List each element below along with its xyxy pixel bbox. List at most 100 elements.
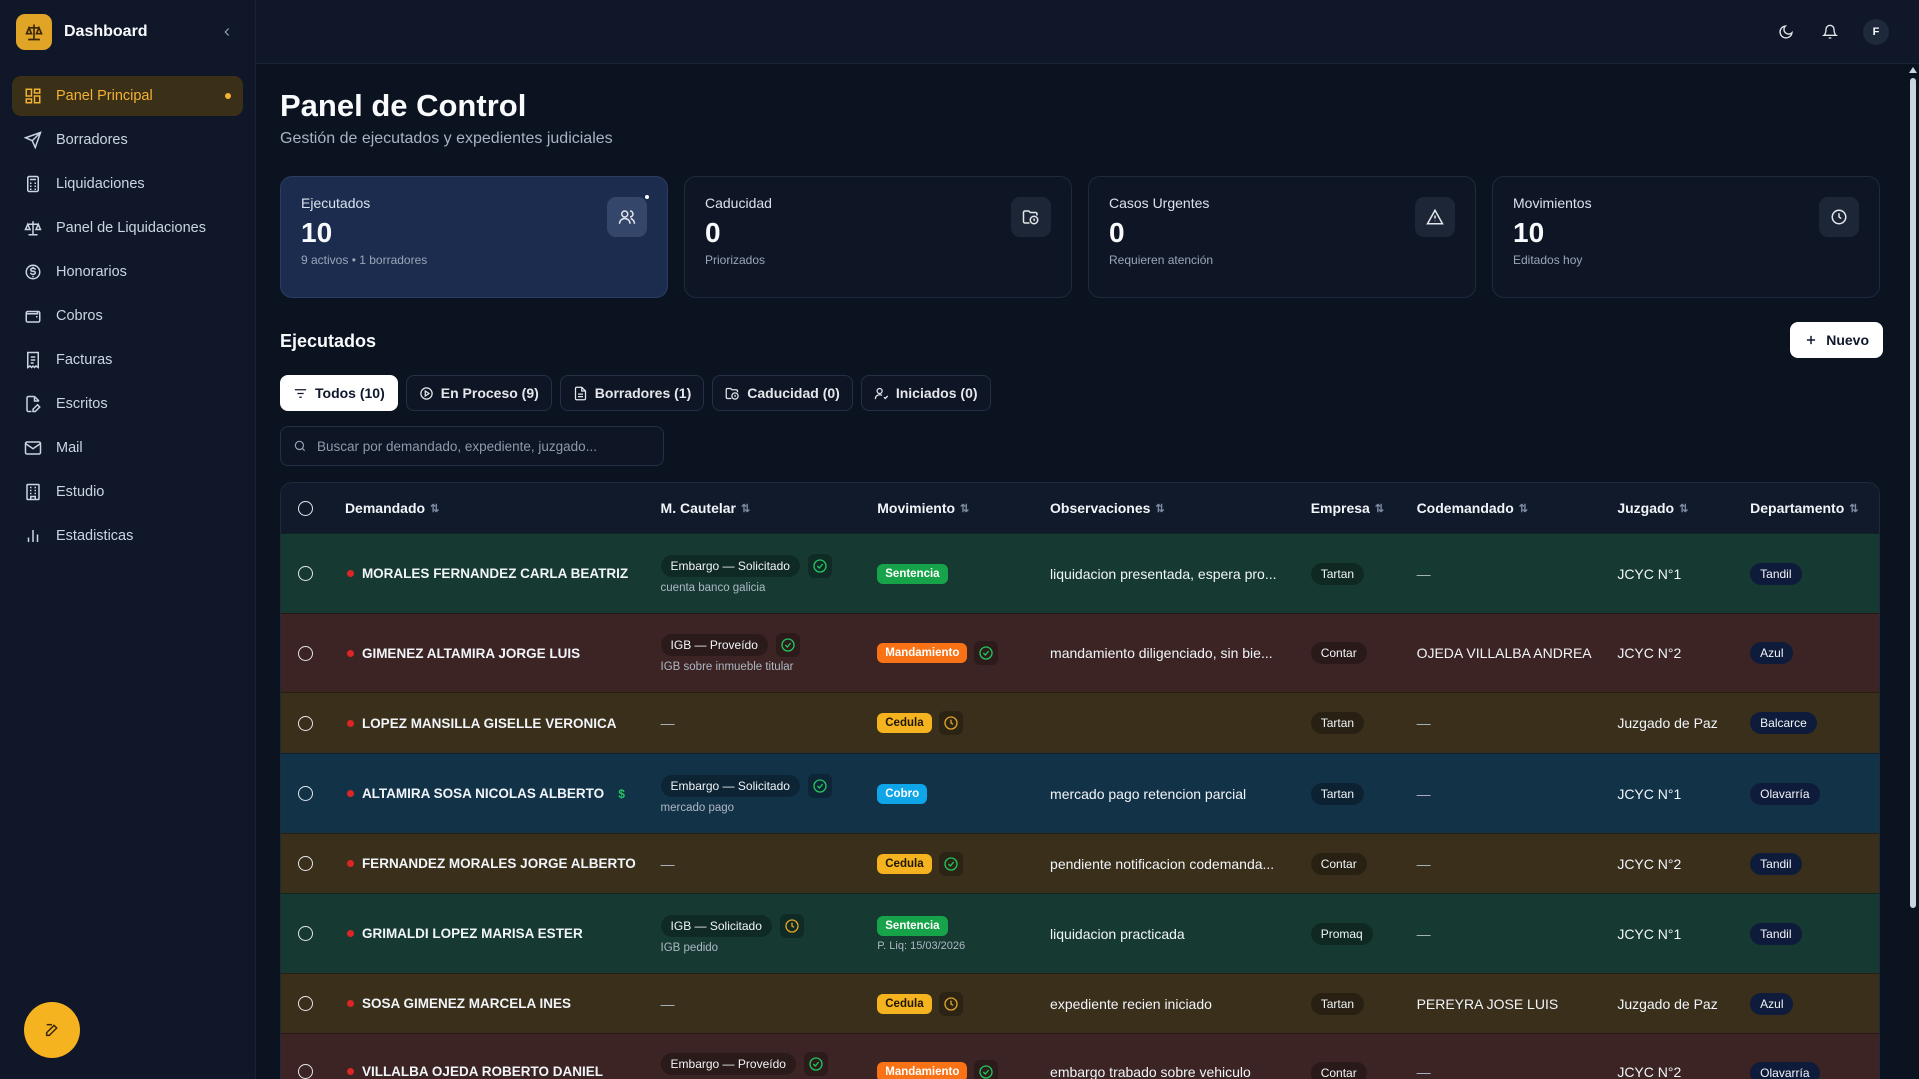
table-row[interactable]: SOSA GIMENEZ MARCELA INES — Cedula exped… xyxy=(281,973,1879,1033)
page-scrollbar[interactable] xyxy=(1907,64,1919,1079)
codemandado-cell: — xyxy=(1416,565,1431,582)
bell-icon[interactable] xyxy=(1819,21,1841,43)
row-checkbox[interactable] xyxy=(298,996,313,1011)
row-checkbox[interactable] xyxy=(298,926,313,941)
table-row[interactable]: LOPEZ MANSILLA GISELLE VERONICA — Cedula… xyxy=(281,692,1879,753)
sidebar-item-facturas[interactable]: Facturas xyxy=(12,340,243,380)
sidebar-item-borradores[interactable]: Borradores xyxy=(12,120,243,160)
scroll-up-arrow-icon[interactable] xyxy=(1909,67,1917,73)
ejecutados-table: Demandado ⇅ M. Cautelar ⇅ Movimiento ⇅ Obse… xyxy=(280,482,1880,1079)
users-icon xyxy=(607,197,647,237)
filter-label: Caducidad (0) xyxy=(747,385,840,401)
check-circle-icon[interactable] xyxy=(974,641,999,665)
demandado-name: FERNANDEZ MORALES JORGE ALBERTO xyxy=(361,856,636,871)
column-header-juzgado[interactable]: Juzgado ⇅ xyxy=(1617,500,1750,516)
column-header-movimiento[interactable]: Movimiento ⇅ xyxy=(877,500,1050,516)
sidebar-item-escritos[interactable]: Escritos xyxy=(12,384,243,424)
cautelar-cell: — xyxy=(660,995,675,1012)
stat-subtext: Editados hoy xyxy=(1513,253,1583,267)
column-header-label: Movimiento xyxy=(877,500,956,516)
filter-iniciados[interactable]: Iniciados (0) xyxy=(860,375,991,411)
calculator-icon xyxy=(27,175,39,193)
compose-floating-button[interactable] xyxy=(24,1002,80,1058)
filter-en-proceso[interactable]: En Proceso (9) xyxy=(405,375,552,411)
select-all-checkbox[interactable] xyxy=(298,500,313,516)
table-row[interactable]: FERNANDEZ MORALES JORGE ALBERTO — Cedula… xyxy=(281,833,1879,893)
priority-dot xyxy=(346,570,354,577)
check-circle-icon[interactable] xyxy=(775,633,800,657)
row-select-cell xyxy=(281,645,345,661)
table-row[interactable]: GRIMALDI LOPEZ MARISA ESTER IGB — Solici… xyxy=(281,893,1879,973)
column-header-cautelar[interactable]: M. Cautelar ⇅ xyxy=(661,500,878,516)
demandado-name: ALTAMIRA SOSA NICOLAS ALBERTO xyxy=(361,786,605,801)
moon-icon[interactable] xyxy=(1775,21,1797,43)
sidebar-item-estudio[interactable]: Estudio xyxy=(12,472,243,512)
departamento-cell: Tandil xyxy=(1750,922,1879,945)
row-checkbox[interactable] xyxy=(298,856,313,871)
empresa-cell: Tartan xyxy=(1310,992,1417,1015)
check-circle-icon[interactable] xyxy=(938,851,963,876)
cautelar-cell: Embargo — Proveído xyxy=(660,1052,878,1076)
filter-todos[interactable]: Todos (10) xyxy=(280,375,398,411)
receipt-icon xyxy=(27,351,39,369)
stat-card-movimientos[interactable]: Movimientos 10 Editados hoy xyxy=(1492,176,1880,298)
scrollbar-thumb[interactable] xyxy=(1910,78,1916,908)
column-header-observaciones[interactable]: Observaciones ⇅ xyxy=(1050,500,1311,516)
column-header-codemandado[interactable]: Codemandado ⇅ xyxy=(1417,500,1618,516)
row-checkbox[interactable] xyxy=(298,1064,313,1079)
sidebar-item-estadisticas[interactable]: Estadisticas xyxy=(12,516,243,556)
sidebar-item-panel-de-liquidaciones[interactable]: Panel de Liquidaciones xyxy=(12,208,243,248)
stat-value: 10 xyxy=(1513,217,1545,248)
stat-card-caducidad[interactable]: Caducidad 0 Priorizados xyxy=(684,176,1072,298)
avatar[interactable]: F xyxy=(1863,18,1889,45)
check-circle-icon[interactable] xyxy=(803,1052,828,1076)
column-header-demandado[interactable]: Demandado ⇅ xyxy=(345,500,661,516)
table-row[interactable]: GIMENEZ ALTAMIRA JORGE LUIS IGB — Proveí… xyxy=(281,613,1879,692)
stat-card-ejecutados[interactable]: Ejecutados 10 9 activos • 1 borradores xyxy=(280,176,668,298)
sidebar-item-cobros[interactable]: Cobros xyxy=(12,296,243,336)
departamento-cell: Tandil xyxy=(1750,562,1879,585)
row-checkbox[interactable] xyxy=(298,645,313,661)
search-input[interactable] xyxy=(317,438,647,454)
check-circle-icon[interactable] xyxy=(974,1060,999,1079)
row-checkbox[interactable] xyxy=(298,715,313,731)
clock-icon[interactable] xyxy=(938,711,963,735)
juzgado-cell: JCYC N°1 xyxy=(1617,785,1682,802)
sidebar-item-panel-principal[interactable]: Panel Principal xyxy=(12,76,243,116)
new-button[interactable]: Nuevo xyxy=(1790,322,1883,358)
demandado-name: GRIMALDI LOPEZ MARISA ESTER xyxy=(361,926,583,941)
collapse-sidebar-chevron-icon[interactable] xyxy=(215,20,239,44)
clock-icon[interactable] xyxy=(779,913,804,938)
column-header-empresa[interactable]: Empresa ⇅ xyxy=(1311,500,1417,516)
codemandado-cell: PEREYRA JOSE LUIS xyxy=(1416,995,1559,1012)
file-text-icon xyxy=(574,386,586,400)
sidebar-item-honorarios[interactable]: Honorarios xyxy=(12,252,243,292)
sidebar-item-liquidaciones[interactable]: Liquidaciones xyxy=(12,164,243,204)
table-row[interactable]: ALTAMIRA SOSA NICOLAS ALBERTO $ Embargo —… xyxy=(281,753,1879,833)
sidebar-item-mail[interactable]: Mail xyxy=(12,428,243,468)
stat-card-casos-urgentes[interactable]: Casos Urgentes 0 Requieren atención xyxy=(1088,176,1476,298)
column-header-departamento[interactable]: Departamento ⇅ xyxy=(1750,500,1879,516)
filter-borradores[interactable]: Borradores (1) xyxy=(559,375,705,411)
folder-clock-icon xyxy=(1011,197,1051,237)
stat-subtext: Priorizados xyxy=(705,253,766,267)
stat-value: 10 xyxy=(301,217,333,248)
filter-label: Todos (10) xyxy=(315,385,385,401)
movimiento-cell: Sentencia P. Liq: 15/03/2026 xyxy=(877,915,1050,952)
priority-dot xyxy=(346,1000,354,1007)
table-row[interactable]: MORALES FERNANDEZ CARLA BEATRIZ Embargo … xyxy=(281,533,1879,613)
movimiento-cell: Mandamiento xyxy=(877,641,1050,665)
wallet-icon xyxy=(25,310,41,323)
filter-caducidad[interactable]: Caducidad (0) xyxy=(712,375,853,411)
row-checkbox[interactable] xyxy=(298,786,313,801)
sort-icon: ⇅ xyxy=(741,502,751,515)
row-checkbox[interactable] xyxy=(298,566,313,581)
cautelar-pill: IGB — Solicitado xyxy=(660,914,772,937)
demandado-cell: ALTAMIRA SOSA NICOLAS ALBERTO $ xyxy=(345,786,661,801)
cautelar-cell: Embargo — Solicitado mercado pago xyxy=(660,773,878,814)
observaciones-cell: expediente recien iniciado xyxy=(1050,995,1212,1012)
check-circle-icon[interactable] xyxy=(807,773,832,798)
check-circle-icon[interactable] xyxy=(807,553,832,578)
clock-icon[interactable] xyxy=(938,991,963,1016)
table-row[interactable]: VILLALBA OJEDA ROBERTO DANIEL Embargo — … xyxy=(281,1033,1879,1079)
